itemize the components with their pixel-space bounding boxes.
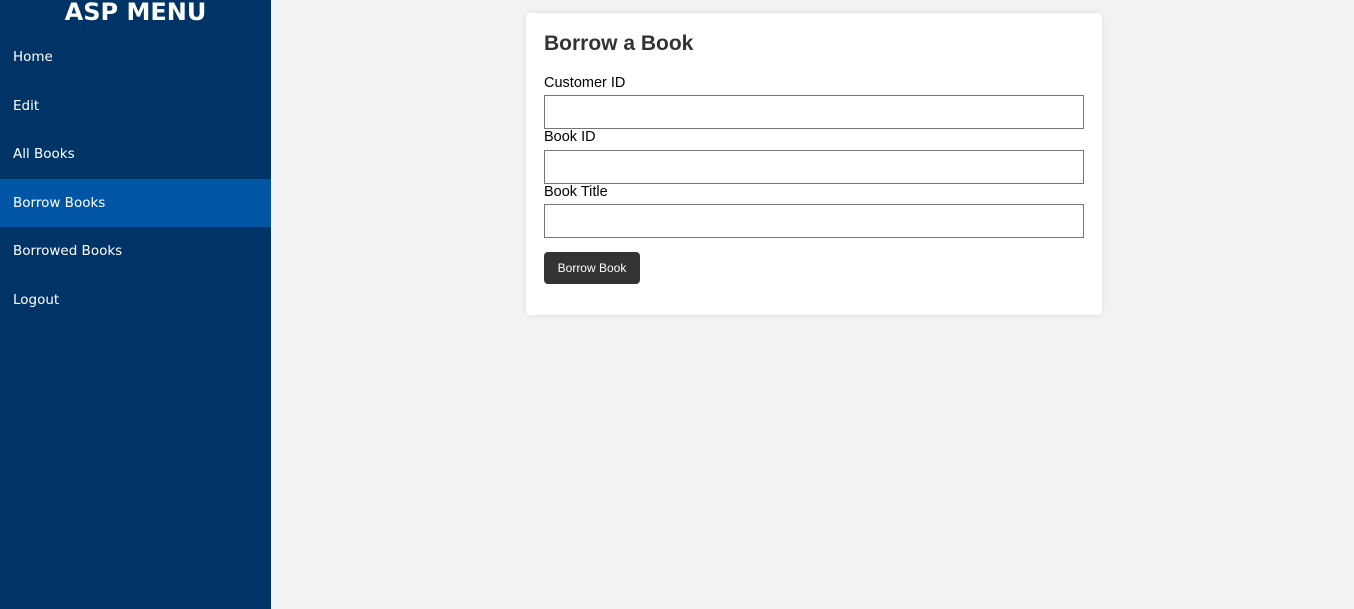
customer-id-input[interactable] — [544, 95, 1084, 129]
sidebar-item-borrowed-books[interactable]: Borrowed Books — [0, 227, 271, 276]
form-title: Borrow a Book — [544, 32, 694, 55]
sidebar-item-all-books[interactable]: All Books — [0, 130, 271, 179]
borrow-form-card: Borrow a Book Customer ID Book ID Book T… — [526, 13, 1102, 315]
sidebar-nav: Home Edit All Books Borrow Books Borrowe… — [0, 33, 271, 324]
book-id-input[interactable] — [544, 150, 1084, 184]
sidebar-item-home[interactable]: Home — [0, 33, 271, 82]
book-id-label: Book ID — [544, 129, 596, 145]
borrow-book-button[interactable]: Borrow Book — [544, 252, 640, 284]
book-title-label: Book Title — [544, 184, 608, 200]
customer-id-label: Customer ID — [544, 75, 626, 91]
sidebar-title: ASP MENU — [64, 0, 207, 26]
sidebar-item-borrow-books[interactable]: Borrow Books — [0, 178, 271, 227]
sidebar-item-logout[interactable]: Logout — [0, 276, 271, 325]
sidebar: ASP MENU Home Edit All Books Borrow Book… — [0, 0, 271, 609]
book-title-input[interactable] — [544, 204, 1084, 238]
sidebar-item-edit[interactable]: Edit — [0, 82, 271, 131]
